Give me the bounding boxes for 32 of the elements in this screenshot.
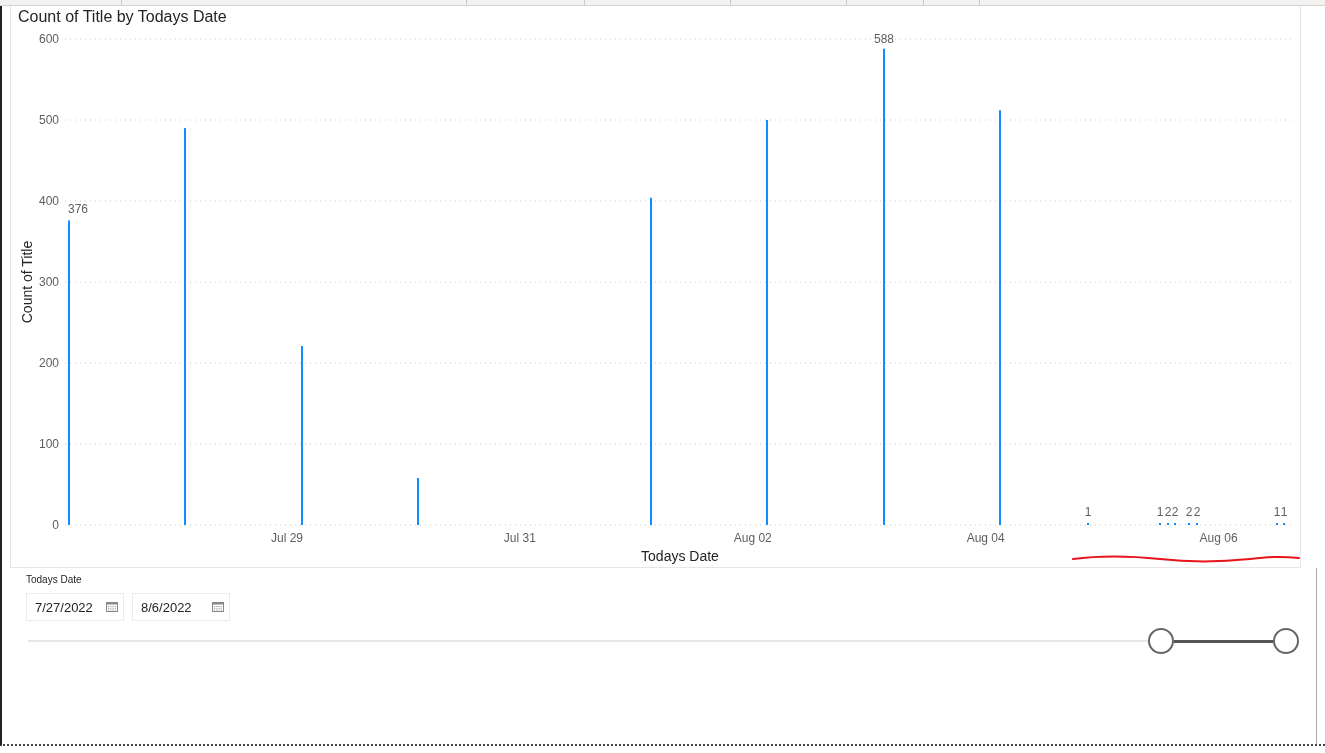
y-axis-label: 200 xyxy=(38,356,59,370)
y-axis-label: 500 xyxy=(38,113,59,127)
calendar-icon[interactable] xyxy=(212,602,224,612)
slicer-title: Todays Date xyxy=(26,574,83,586)
x-axis-label: Aug 06 xyxy=(1199,531,1238,545)
x-axis-label: Aug 04 xyxy=(966,531,1005,545)
data-label: 1 xyxy=(1280,505,1288,519)
x-axis-title: Todays Date xyxy=(641,548,719,564)
y-axis-label: 100 xyxy=(38,437,59,451)
y-axis-label: 300 xyxy=(38,275,59,289)
slider-handle[interactable] xyxy=(1148,628,1175,654)
slider-handle[interactable] xyxy=(1273,628,1299,654)
x-axis-label: Jul 29 xyxy=(270,531,303,545)
data-label: 2 xyxy=(1171,505,1179,519)
data-label: 588 xyxy=(874,32,894,46)
chart-title: Count of Title by Todays Date xyxy=(17,7,228,26)
data-label: 1 xyxy=(1156,505,1164,519)
data-label: 1 xyxy=(1273,505,1281,519)
y-axis-title: Count of Title xyxy=(19,240,35,324)
calendar-icon[interactable] xyxy=(106,602,118,612)
x-axis-label: Jul 31 xyxy=(503,531,536,545)
y-axis-label: 600 xyxy=(38,32,59,46)
y-axis-label: 400 xyxy=(38,194,59,208)
x-axis-label: Aug 02 xyxy=(733,531,772,545)
date-field[interactable]: 7/27/2022 xyxy=(26,593,124,621)
data-label: 2 xyxy=(1185,505,1193,519)
date-field[interactable]: 8/6/2022 xyxy=(132,593,230,621)
data-label: 376 xyxy=(68,202,89,217)
data-label: 2 xyxy=(1164,505,1172,519)
data-label: 1 xyxy=(1084,505,1092,519)
y-axis-label: 0 xyxy=(52,518,59,532)
data-label: 2 xyxy=(1193,505,1201,519)
